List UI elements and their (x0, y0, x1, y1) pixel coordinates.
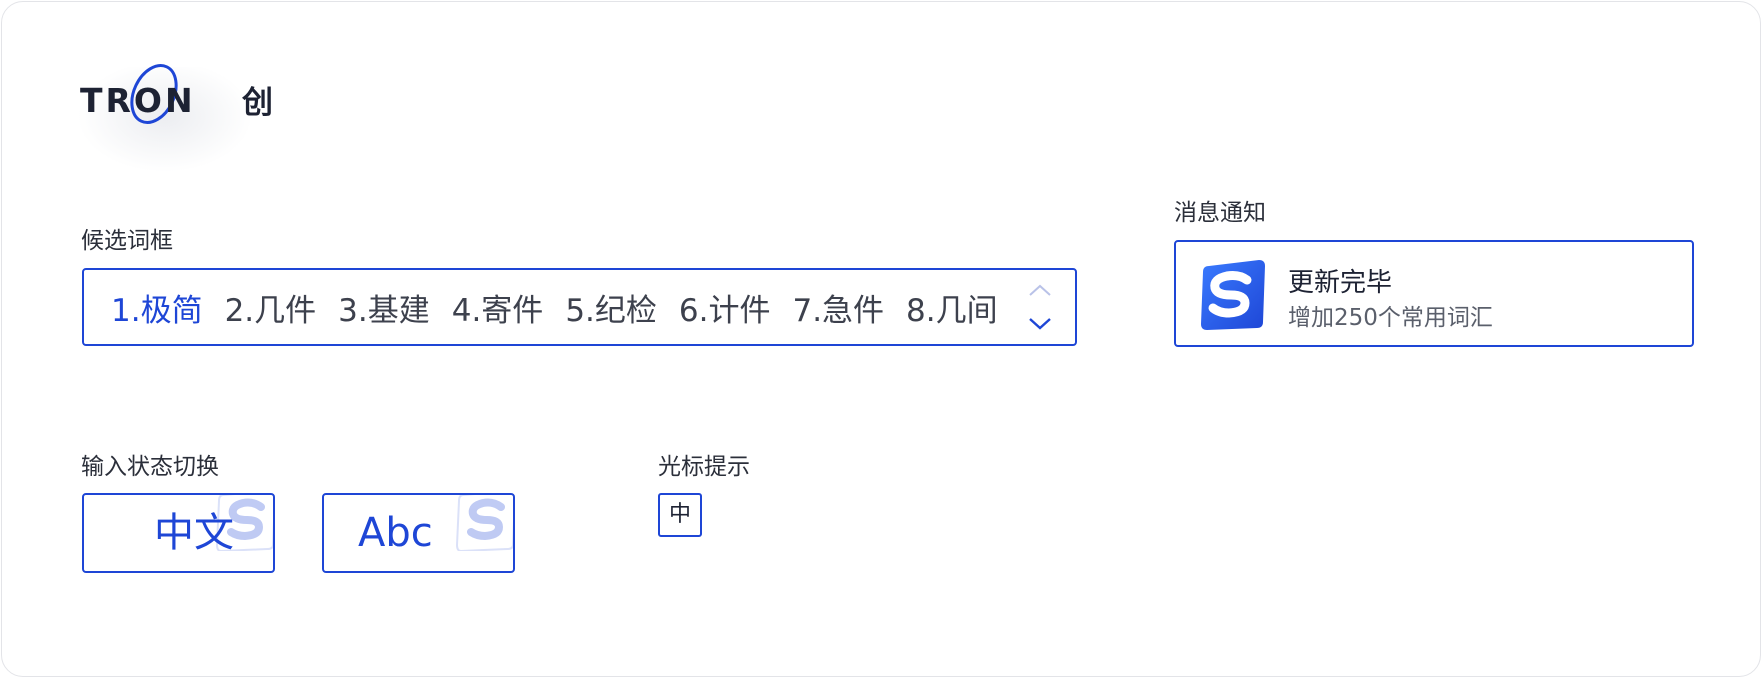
candidate-item-2[interactable]: 2.几件 (225, 285, 317, 330)
notification-title: 更新完毕 (1288, 268, 1393, 298)
candidate-item-3[interactable]: 3.基建 (338, 285, 430, 330)
chevron-down-icon[interactable] (1027, 312, 1053, 334)
candidate-section-label: 候选词框 (81, 228, 173, 254)
page-arrows (1027, 280, 1053, 336)
candidate-item-6[interactable]: 6.计件 (679, 285, 771, 330)
panel-card: TRON 创 候选词框 1.极简 2.几件 3.基建 4.寄件 5.纪检 6.计… (1, 1, 1761, 677)
notification-description: 增加250个常用词汇 (1288, 305, 1493, 331)
candidate-box[interactable]: 1.极简 2.几件 3.基建 4.寄件 5.纪检 6.计件 7.急件 8.几间 (82, 268, 1077, 346)
logo-cn-text: 创 (242, 85, 273, 121)
logo-text: TRON (80, 81, 196, 120)
state-english-label: Abc (358, 510, 433, 556)
candidate-list: 1.极简 2.几件 3.基建 4.寄件 5.纪检 6.计件 7.急件 8.几间 (111, 270, 1020, 344)
candidate-item-7[interactable]: 7.急件 (792, 285, 884, 330)
brand-logo: TRON 创 (70, 57, 300, 177)
state-chinese-button[interactable]: 中文 (82, 493, 275, 573)
state-chinese-label: 中文 (154, 510, 234, 556)
chevron-up-icon[interactable] (1027, 280, 1053, 302)
candidate-item-4[interactable]: 4.寄件 (452, 285, 544, 330)
state-english-button[interactable]: Abc (322, 493, 515, 573)
candidate-item-1[interactable]: 1.极简 (111, 285, 203, 330)
notification-section-label: 消息通知 (1174, 200, 1266, 226)
cursor-hint-badge: 中 (658, 493, 702, 537)
candidate-item-5[interactable]: 5.纪检 (565, 285, 657, 330)
cursor-hint-section-label: 光标提示 (658, 454, 750, 480)
sogou-s-icon (1201, 260, 1265, 330)
candidate-item-8[interactable]: 8.几间 (906, 285, 998, 330)
notification-toast[interactable]: 更新完毕 增加250个常用词汇 (1174, 240, 1694, 347)
input-state-section-label: 输入状态切换 (81, 454, 219, 480)
